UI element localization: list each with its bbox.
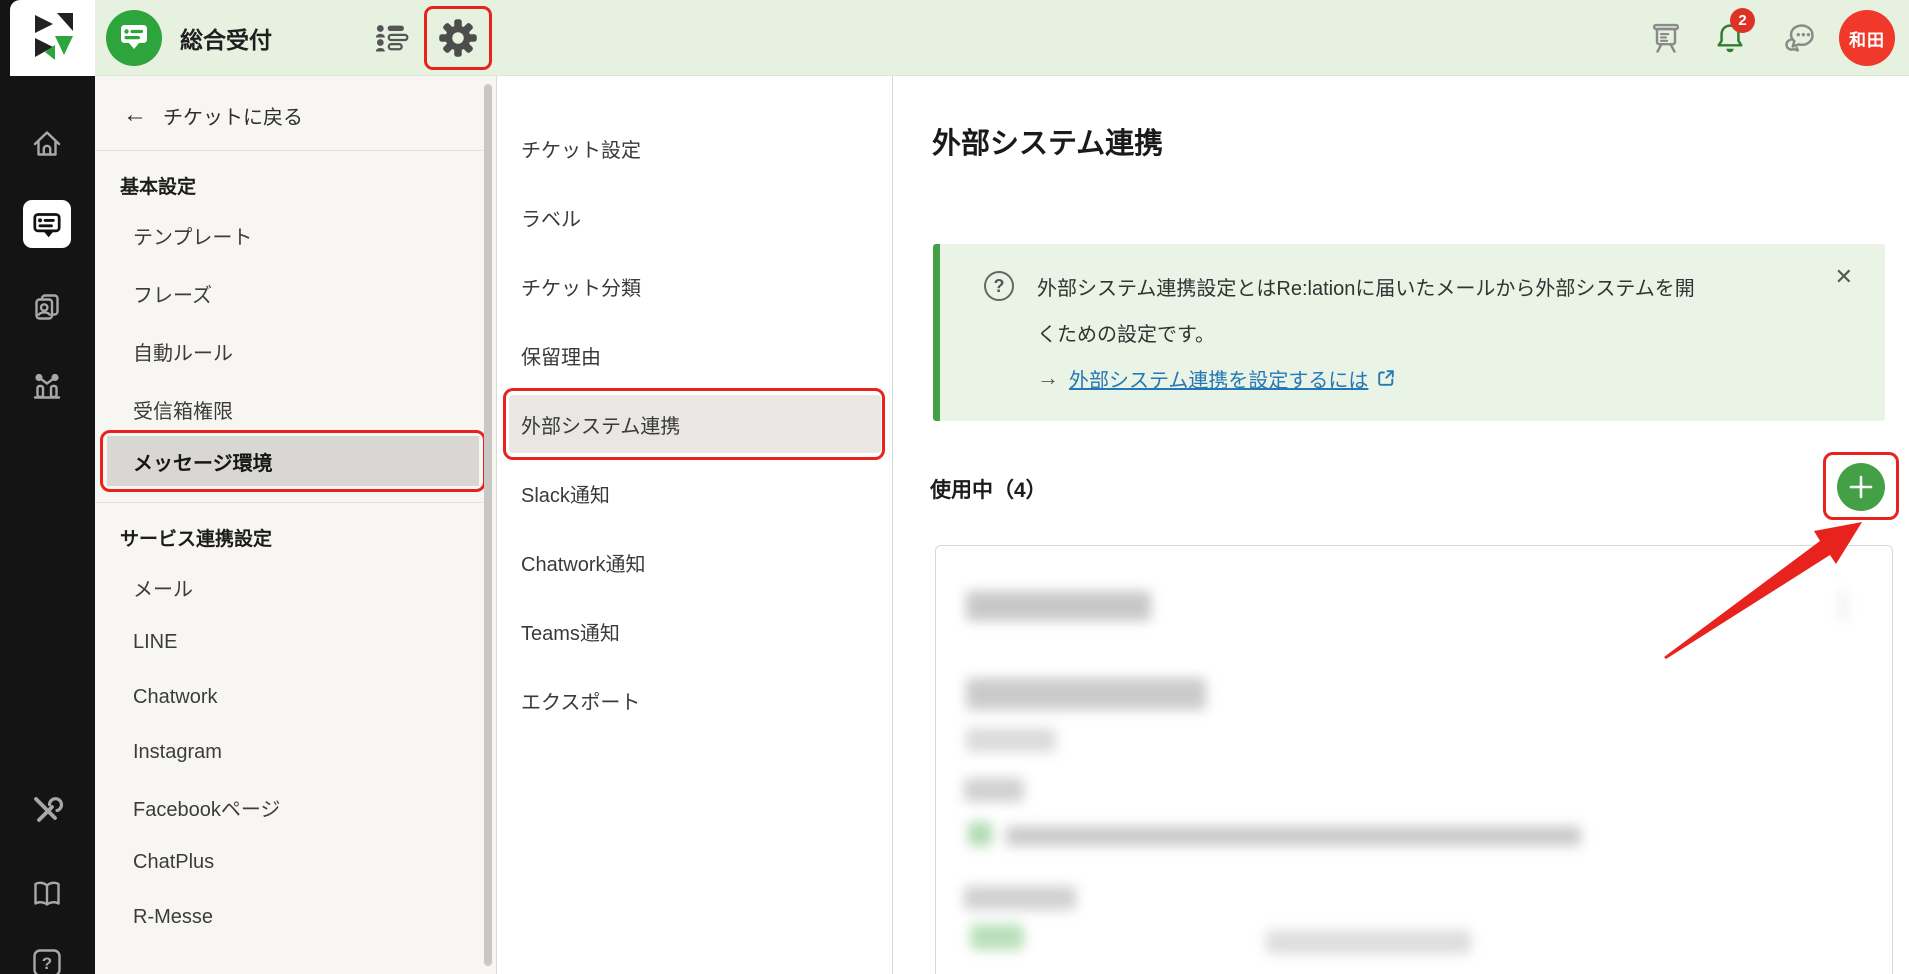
sidebar-item-tickets[interactable] (23, 200, 71, 248)
workspace-name: 総合受付 (180, 21, 272, 55)
chat-bubbles-icon (1782, 20, 1818, 56)
nav-item-mail[interactable]: メール (133, 567, 193, 607)
nav-item-instagram[interactable]: Instagram (133, 732, 222, 772)
settings-submenu-panel: チケット設定 ラベル チケット分類 保留理由 外部システム連携 Slack通知 … (496, 76, 893, 974)
sidebar-item-contacts[interactable] (30, 289, 64, 323)
settings-gear-button[interactable] (438, 18, 478, 58)
blurred-green-chip (968, 822, 992, 846)
tools-icon (30, 793, 64, 827)
blurred-footer-text (1266, 930, 1471, 954)
submenu-item-teams-notify[interactable]: Teams通知 (521, 609, 620, 653)
main-content: 外部システム連携 ? 外部システム連携設定とはRe:lationに届いたメールか… (893, 76, 1909, 974)
announcements-button[interactable] (1648, 20, 1684, 56)
nav-item-facebook[interactable]: Facebookページ (133, 787, 280, 827)
submenu-item-chatwork-notify[interactable]: Chatwork通知 (521, 540, 645, 584)
info-banner: ? 外部システム連携設定とはRe:lationに届いたメールから外部システムを開… (933, 244, 1885, 421)
members-list-icon (373, 20, 409, 56)
inbox-chat-icon (105, 9, 163, 67)
announcement-board-icon (1648, 20, 1684, 56)
blurred-green-badge (970, 924, 1024, 950)
nav-item-label: メッセージ環境 (133, 436, 273, 486)
info-text-line2: くための設定です。 (1037, 312, 1215, 358)
notification-badge: 2 (1730, 8, 1755, 33)
nav-item-auto-rules[interactable]: 自動ルール (133, 331, 233, 371)
info-link-row: → 外部システム連携を設定するには (1037, 358, 1396, 398)
relation-logo-icon (29, 12, 77, 64)
submenu-item-labels[interactable]: ラベル (521, 195, 581, 239)
blurred-label (964, 778, 1024, 802)
submenu-item-hold-reason[interactable]: 保留理由 (521, 333, 601, 377)
nav-item-line[interactable]: LINE (133, 622, 177, 662)
book-icon (30, 876, 64, 910)
nav-section-basic-title: 基本設定 (120, 165, 196, 205)
blurred-field-title (966, 678, 1206, 710)
sidebar-item-tools[interactable] (30, 793, 64, 827)
workspace-selector[interactable]: 総合受付 (105, 9, 272, 67)
submenu-item-external-system[interactable]: 外部システム連携 (509, 395, 881, 453)
submenu-item-ticket-classification[interactable]: チケット分類 (521, 264, 641, 308)
blurred-title (966, 591, 1151, 621)
back-arrow-icon: ← (123, 101, 147, 129)
back-label: チケットに戻る (163, 101, 303, 130)
submenu-item-export[interactable]: エクスポート (521, 678, 640, 722)
sidebar-item-analytics[interactable] (30, 369, 64, 403)
close-banner-button[interactable]: ✕ (1835, 266, 1853, 288)
stats-chart-icon (30, 369, 64, 403)
nav-item-inbox-permissions[interactable]: 受信箱権限 (133, 389, 233, 429)
submenu-item-slack[interactable]: Slack通知 (521, 471, 610, 515)
gear-icon (438, 18, 478, 58)
blurred-url-line (1006, 826, 1581, 846)
home-icon (30, 127, 64, 161)
nav-item-rmesse[interactable]: R-Messe (133, 897, 213, 937)
blurred-field-value (966, 728, 1056, 752)
notifications: 2 (1712, 20, 1748, 56)
blurred-card-content (936, 546, 1892, 974)
help-icon: ? (30, 946, 64, 974)
address-book-icon (30, 289, 64, 323)
ticket-chat-icon (29, 206, 65, 242)
nav-scrollbar[interactable] (484, 84, 492, 966)
top-bar: 総合受付 (95, 0, 1909, 76)
nav-item-message-environment[interactable]: メッセージ環境 (107, 436, 479, 486)
member-assignment-button[interactable] (373, 20, 409, 56)
sidebar-item-home[interactable] (30, 127, 64, 161)
arrow-right-icon: → (1037, 365, 1059, 391)
plus-icon (1848, 474, 1874, 500)
external-link-icon (1376, 368, 1396, 388)
svg-text:?: ? (42, 954, 52, 973)
question-icon: ? (984, 271, 1014, 301)
submenu-item-ticket-settings[interactable]: チケット設定 (521, 126, 641, 170)
page-title: 外部システム連携 (932, 120, 1163, 162)
user-avatar[interactable]: 和田 (1839, 10, 1895, 66)
external-system-help-link[interactable]: 外部システム連携を設定するには (1069, 364, 1396, 393)
integration-card (935, 545, 1893, 974)
info-text-line1: 外部システム連携設定とはRe:lationに届いたメールから外部システムを開 (1037, 266, 1695, 312)
app-logo-button[interactable] (10, 0, 95, 76)
divider (95, 502, 488, 503)
divider (95, 150, 488, 151)
chat-support-button[interactable] (1782, 20, 1818, 56)
kebab-menu-icon[interactable] (1841, 592, 1847, 625)
in-use-heading: 使用中（4） (930, 474, 1047, 504)
nav-section-services-title: サービス連携設定 (120, 517, 272, 557)
submenu-item-label: 外部システム連携 (521, 402, 680, 446)
settings-nav-panel: ← チケットに戻る 基本設定 テンプレート フレーズ 自動ルール 受信箱権限 メ… (95, 76, 496, 974)
nav-item-chatplus[interactable]: ChatPlus (133, 842, 214, 882)
nav-item-chatwork[interactable]: Chatwork (133, 677, 217, 717)
add-integration-button[interactable] (1837, 463, 1885, 511)
sidebar-item-help[interactable]: ? (30, 946, 64, 974)
blurred-label-2 (964, 886, 1076, 910)
nav-item-templates[interactable]: テンプレート (133, 215, 252, 255)
app: ? 総合受付 (0, 0, 1909, 974)
sidebar-item-guide[interactable] (30, 876, 64, 910)
back-to-tickets-link[interactable]: ← チケットに戻る (123, 95, 303, 135)
nav-item-phrases[interactable]: フレーズ (133, 273, 212, 313)
link-label: 外部システム連携を設定するには (1069, 364, 1368, 393)
left-rail: ? (0, 0, 95, 974)
